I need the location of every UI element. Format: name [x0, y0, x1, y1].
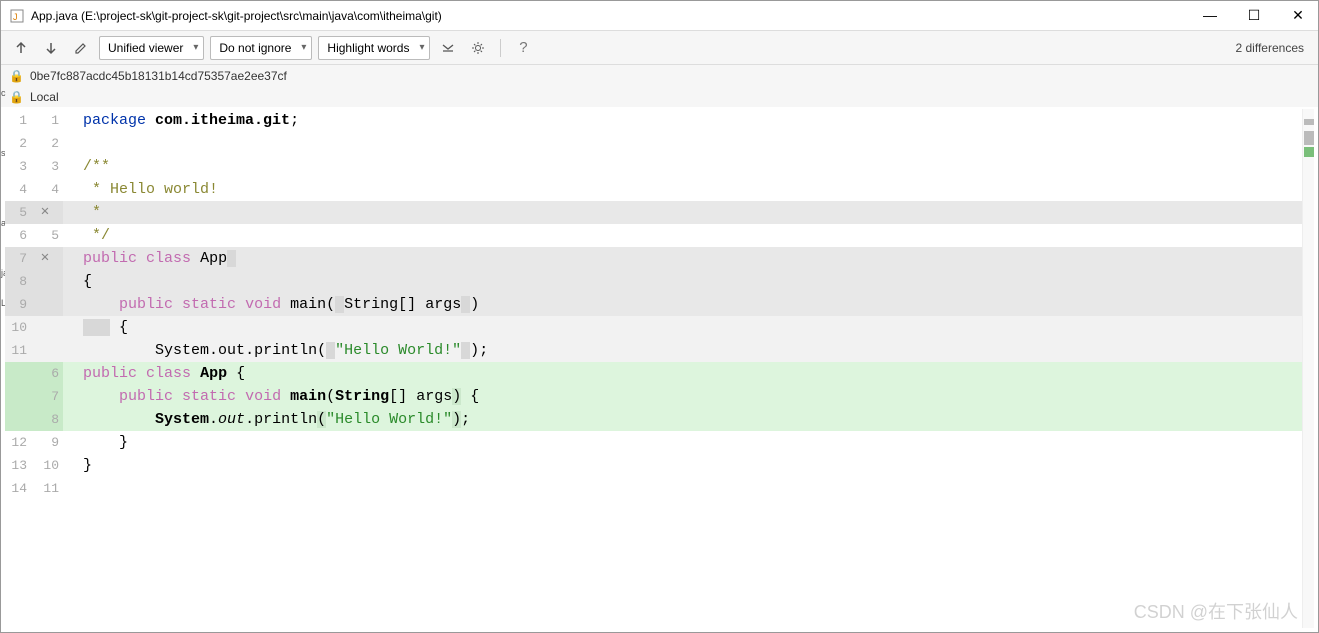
code-line-removed: 10 {: [5, 316, 1314, 339]
diff-mark[interactable]: [1304, 131, 1314, 145]
local-label: Local: [30, 90, 59, 104]
code-line-added: 8 System.out.println("Hello World!");: [5, 408, 1314, 431]
gutter-right: 1: [31, 109, 63, 132]
java-file-icon: J: [9, 8, 25, 24]
window-controls: — ☐ ✕: [1198, 7, 1310, 24]
code-line: 33 /**: [5, 155, 1314, 178]
lock-icon: 🔒: [9, 90, 24, 104]
diff-editor[interactable]: 11 package com.itheima.git; 22 33 /** 44…: [5, 109, 1314, 628]
code-line-added: 6 public class App {: [5, 362, 1314, 385]
titlebar: J App.java (E:\project-sk\git-project-sk…: [1, 1, 1318, 31]
gutter-left: 1: [5, 109, 31, 132]
prev-diff-button[interactable]: [9, 36, 33, 60]
code-line: 11 package com.itheima.git;: [5, 109, 1314, 132]
code-line-removed: 5✕ *: [5, 201, 1314, 224]
code-line: 65 */: [5, 224, 1314, 247]
window-title: App.java (E:\project-sk\git-project-sk\g…: [31, 9, 1198, 23]
strip-chip: c: [1, 88, 7, 98]
diff-overview-ruler[interactable]: [1302, 109, 1314, 628]
svg-text:J: J: [13, 12, 18, 22]
diff-mark[interactable]: [1304, 119, 1314, 125]
code-line: 1411: [5, 477, 1314, 500]
minimize-button[interactable]: —: [1198, 7, 1222, 24]
local-info-bar: 🔒 Local: [1, 87, 1318, 107]
code-line-added: 7 public static void main(String[] args)…: [5, 385, 1314, 408]
code-line-removed: 7✕ public class App: [5, 247, 1314, 270]
viewer-mode-select[interactable]: Unified viewer: [99, 36, 204, 60]
diff-toolbar: Unified viewer Do not ignore Highlight w…: [1, 31, 1318, 65]
highlight-label: Highlight words: [327, 41, 409, 55]
code-line-removed: 9 public static void main( String[] args…: [5, 293, 1314, 316]
settings-button[interactable]: [466, 36, 490, 60]
diff-count-label: 2 differences: [1236, 41, 1311, 55]
maximize-button[interactable]: ☐: [1242, 7, 1266, 24]
code-line-removed: 11 System.out.println( "Hello World!" );: [5, 339, 1314, 362]
collapse-button[interactable]: [436, 36, 460, 60]
help-button[interactable]: ?: [511, 36, 535, 60]
close-icon[interactable]: ✕: [31, 247, 63, 270]
ignore-select[interactable]: Do not ignore: [210, 36, 312, 60]
close-button[interactable]: ✕: [1286, 7, 1310, 24]
code-line: 44 * Hello world!: [5, 178, 1314, 201]
edit-button[interactable]: [69, 36, 93, 60]
commit-info-bar: 🔒 0be7fc887acdc45b18131b14cd75357ae2ee37…: [1, 65, 1318, 87]
code-line: 1310 }: [5, 454, 1314, 477]
viewer-mode-label: Unified viewer: [108, 41, 183, 55]
code-line-removed: 8 {: [5, 270, 1314, 293]
close-icon[interactable]: ✕: [31, 201, 63, 224]
next-diff-button[interactable]: [39, 36, 63, 60]
diff-mark[interactable]: [1304, 147, 1314, 157]
highlight-select[interactable]: Highlight words: [318, 36, 430, 60]
code-line: 129 }: [5, 431, 1314, 454]
code-line: 22: [5, 132, 1314, 155]
watermark: CSDN @在下张仙人: [1134, 598, 1298, 624]
commit-hash: 0be7fc887acdc45b18131b14cd75357ae2ee37cf: [30, 69, 287, 83]
lock-icon: 🔒: [9, 69, 24, 83]
ignore-label: Do not ignore: [219, 41, 291, 55]
